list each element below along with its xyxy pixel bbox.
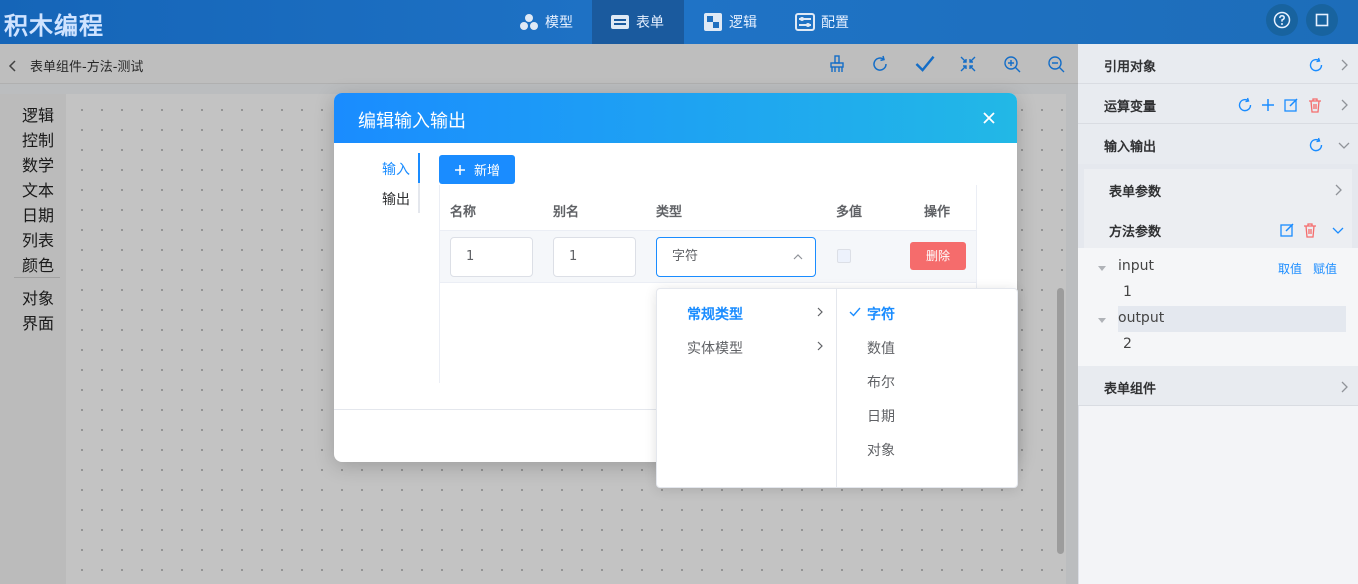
nav-tab-form[interactable]: 表单 bbox=[592, 0, 684, 44]
type-select[interactable]: 字符 bbox=[656, 237, 816, 277]
app-brand: 积木编程 bbox=[4, 12, 104, 40]
cascader-option-object[interactable]: 对象 bbox=[867, 440, 895, 460]
dialog-title: 编辑输入输出 bbox=[358, 111, 466, 132]
top-bar: 积木编程 模型 表单 逻辑 配置 bbox=[0, 0, 1358, 44]
section-title: 引用对象 bbox=[1104, 60, 1157, 75]
chevron-up-icon bbox=[793, 254, 803, 260]
chevron-down-icon[interactable] bbox=[1336, 137, 1352, 153]
add-button-label: 新增 bbox=[473, 164, 500, 179]
column-header: 别名 bbox=[553, 205, 580, 220]
plus-icon bbox=[454, 164, 465, 175]
section-reference-objects[interactable]: 引用对象 bbox=[1078, 44, 1358, 84]
params-tree: input 取值 赋值 1 output 2 bbox=[1078, 248, 1358, 368]
window-icon bbox=[1315, 13, 1329, 27]
cascader-divider bbox=[836, 289, 837, 487]
section-input-output[interactable]: 输入输出 bbox=[1078, 124, 1358, 164]
cascader-option-basic[interactable]: 常规类型 bbox=[687, 304, 743, 324]
refresh-icon[interactable] bbox=[1308, 57, 1324, 73]
tree-node-output[interactable]: output bbox=[1118, 310, 1164, 326]
nav-tab-config[interactable]: 配置 bbox=[795, 0, 855, 44]
type-select-value: 字符 bbox=[672, 249, 699, 264]
logic-icon bbox=[704, 13, 722, 31]
section-variables[interactable]: 运算变量 bbox=[1078, 84, 1358, 124]
add-button[interactable]: 新增 bbox=[439, 155, 515, 184]
config-icon bbox=[795, 13, 815, 31]
chevron-right-icon[interactable] bbox=[1336, 379, 1352, 395]
nav-tab-label: 逻辑 bbox=[729, 15, 757, 31]
cascader-option-boolean[interactable]: 布尔 bbox=[867, 372, 895, 392]
column-header: 名称 bbox=[450, 205, 477, 220]
multi-value-checkbox[interactable] bbox=[837, 249, 851, 263]
alias-input[interactable]: 1 bbox=[553, 237, 636, 277]
section-title: 输入输出 bbox=[1104, 140, 1157, 155]
help-button[interactable] bbox=[1266, 4, 1298, 36]
tab-output[interactable]: 输出 bbox=[382, 189, 410, 209]
table-row: 1 1 字符 删除 bbox=[440, 231, 976, 283]
name-input[interactable]: 1 bbox=[450, 237, 533, 277]
set-value-link[interactable]: 赋值 bbox=[1313, 260, 1337, 277]
edit-icon[interactable] bbox=[1279, 222, 1295, 238]
delete-icon[interactable] bbox=[1302, 222, 1318, 238]
cascader-option-entity[interactable]: 实体模型 bbox=[687, 338, 743, 358]
chevron-right-icon[interactable] bbox=[1330, 182, 1346, 198]
section-form-components[interactable]: 表单组件 bbox=[1078, 366, 1358, 406]
section-title: 运算变量 bbox=[1104, 100, 1157, 115]
get-value-link[interactable]: 取值 bbox=[1278, 260, 1302, 277]
active-tab-indicator bbox=[418, 153, 420, 183]
refresh-icon[interactable] bbox=[1308, 137, 1324, 153]
nav-tab-logic[interactable]: 逻辑 bbox=[703, 0, 763, 44]
dialog-header: 编辑输入输出 bbox=[334, 93, 1017, 143]
right-panel: 引用对象 运算变量 输入输出 表单参数 方法参数 input 取值 赋值 1 o… bbox=[1078, 44, 1358, 584]
chevron-right-icon bbox=[817, 341, 823, 351]
column-header: 操作 bbox=[924, 205, 951, 220]
subsection-title: 方法参数 bbox=[1109, 225, 1162, 240]
window-button[interactable] bbox=[1306, 4, 1338, 36]
help-icon bbox=[1273, 11, 1291, 29]
subsection-method-params[interactable]: 方法参数 bbox=[1084, 209, 1352, 249]
chevron-down-icon[interactable] bbox=[1330, 222, 1346, 238]
delete-button[interactable]: 删除 bbox=[910, 242, 966, 270]
check-icon bbox=[849, 307, 861, 317]
refresh-icon[interactable] bbox=[1237, 97, 1253, 113]
close-icon[interactable] bbox=[981, 110, 997, 126]
edit-icon[interactable] bbox=[1283, 97, 1299, 113]
form-icon bbox=[611, 15, 629, 29]
chevron-right-icon bbox=[817, 307, 823, 317]
model-icon bbox=[520, 14, 538, 30]
add-icon[interactable] bbox=[1260, 97, 1276, 113]
chevron-right-icon[interactable] bbox=[1336, 57, 1352, 73]
nav-tab-label: 模型 bbox=[545, 15, 573, 31]
tree-node-input-child[interactable]: 1 bbox=[1123, 284, 1132, 300]
column-header: 多值 bbox=[836, 205, 863, 220]
caret-down-icon[interactable] bbox=[1098, 316, 1106, 324]
column-header: 类型 bbox=[656, 205, 683, 220]
panel-empty-area bbox=[1078, 406, 1358, 584]
io-tabs: 输入 输出 bbox=[378, 153, 420, 213]
tab-input[interactable]: 输入 bbox=[382, 159, 410, 179]
subsection-title: 表单参数 bbox=[1109, 185, 1162, 200]
chevron-right-icon[interactable] bbox=[1336, 97, 1352, 113]
cascader-option-number[interactable]: 数值 bbox=[867, 338, 895, 358]
tree-node-output-child[interactable]: 2 bbox=[1123, 336, 1132, 352]
type-cascader: 常规类型 实体模型 字符 数值 布尔 日期 对象 bbox=[656, 288, 1018, 488]
cascader-option-date[interactable]: 日期 bbox=[867, 406, 895, 426]
tree-node-input[interactable]: input bbox=[1118, 258, 1154, 274]
cascader-option-string[interactable]: 字符 bbox=[867, 304, 895, 324]
subsection-form-params[interactable]: 表单参数 bbox=[1084, 169, 1352, 209]
nav-tab-label: 表单 bbox=[636, 15, 664, 31]
table-header: 名称 别名 类型 多值 操作 bbox=[440, 185, 976, 231]
section-title: 表单组件 bbox=[1104, 382, 1157, 397]
nav-tab-label: 配置 bbox=[821, 15, 849, 31]
delete-icon[interactable] bbox=[1307, 97, 1323, 113]
nav-tab-model[interactable]: 模型 bbox=[519, 0, 579, 44]
caret-down-icon[interactable] bbox=[1098, 264, 1106, 272]
